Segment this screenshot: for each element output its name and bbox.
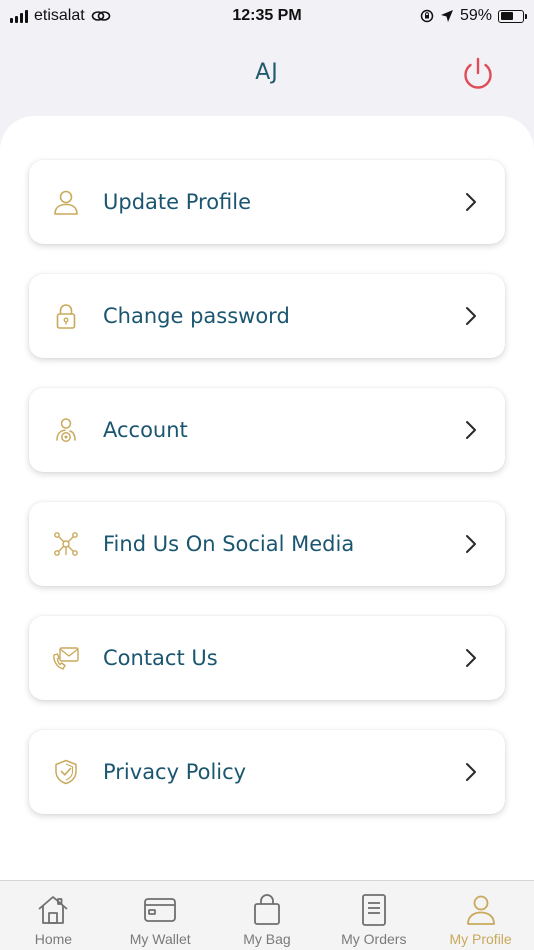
account-settings-icon: [51, 415, 81, 445]
menu-item-label: Privacy Policy: [103, 760, 247, 784]
menu-item-label: Account: [103, 418, 188, 442]
tab-my-wallet[interactable]: My Wallet: [107, 881, 214, 950]
mail-phone-icon: [51, 643, 81, 673]
profile-icon: [466, 895, 495, 925]
chevron-right-icon: [466, 649, 476, 667]
menu-item-contact-us[interactable]: Contact Us: [29, 616, 505, 700]
wallet-icon: [144, 898, 177, 922]
user-icon: [51, 187, 81, 217]
header: AJ: [0, 32, 534, 116]
menu-item-update-profile[interactable]: Update Profile: [29, 160, 505, 244]
home-icon: [38, 896, 68, 924]
menu-item-social-media[interactable]: Find Us On Social Media: [29, 502, 505, 586]
tab-label: Home: [34, 931, 73, 947]
shield-check-icon: [51, 757, 81, 787]
bag-icon: [254, 894, 280, 925]
tab-home[interactable]: Home: [0, 881, 107, 950]
location-arrow-icon: [440, 10, 453, 22]
menu-item-label: Change password: [103, 304, 290, 328]
logout-button[interactable]: [458, 54, 498, 94]
power-icon: [464, 57, 492, 89]
chevron-right-icon: [466, 535, 476, 553]
menu-item-change-password[interactable]: Change password: [29, 274, 505, 358]
menu-item-privacy-policy[interactable]: Privacy Policy: [29, 730, 505, 814]
chevron-right-icon: [466, 307, 476, 325]
status-left: etisalat: [10, 7, 111, 25]
tab-my-bag[interactable]: My Bag: [214, 881, 321, 950]
menu-item-label: Find Us On Social Media: [103, 532, 355, 556]
tab-label: My Profile: [449, 931, 512, 947]
signal-icon: [10, 9, 28, 23]
chevron-right-icon: [466, 193, 476, 211]
menu-item-label: Contact Us: [103, 646, 218, 670]
tab-my-orders[interactable]: My Orders: [320, 881, 427, 950]
battery-icon: [498, 9, 527, 23]
tab-label: My Orders: [341, 931, 407, 947]
tab-label: My Bag: [243, 931, 291, 947]
battery-percent: 59%: [459, 7, 492, 24]
orientation-lock-icon: [420, 9, 434, 23]
tab-bar: Home My Wallet My Bag My Orders My Profi…: [0, 880, 534, 950]
carrier-name: etisalat: [34, 7, 85, 24]
tab-my-profile[interactable]: My Profile: [427, 881, 534, 950]
link-icon: [91, 11, 111, 21]
chevron-right-icon: [466, 421, 476, 439]
page-title: AJ: [255, 60, 279, 85]
chevron-right-icon: [466, 763, 476, 781]
network-icon: [51, 529, 81, 559]
menu-sheet: Update Profile Change password Account F…: [0, 116, 534, 880]
status-bar: etisalat 12:35 PM 59%: [0, 0, 534, 32]
lock-icon: [51, 301, 81, 331]
menu-item-label: Update Profile: [103, 190, 252, 214]
status-right: 59%: [420, 7, 527, 25]
menu-item-account[interactable]: Account: [29, 388, 505, 472]
orders-icon: [361, 894, 386, 926]
tab-label: My Wallet: [129, 931, 191, 947]
